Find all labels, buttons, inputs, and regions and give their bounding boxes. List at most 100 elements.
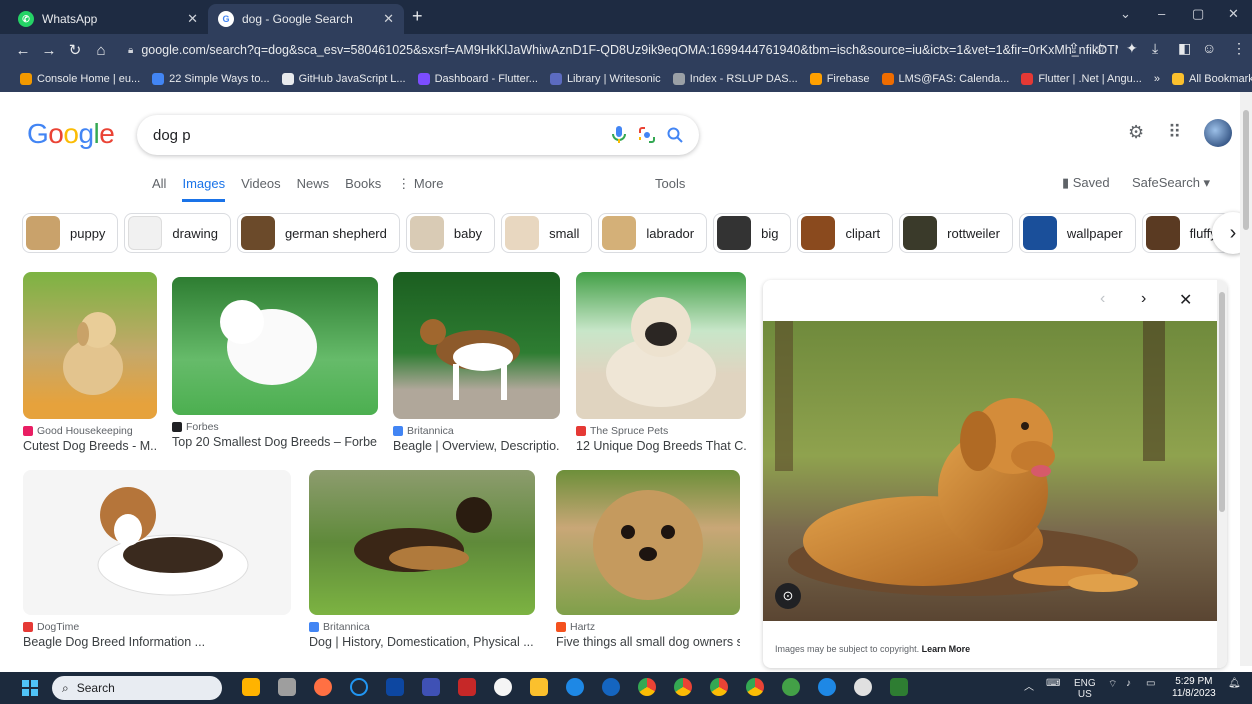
- chip-labrador[interactable]: labrador: [598, 213, 708, 253]
- keyboard-icon[interactable]: ⌨: [1046, 678, 1060, 689]
- tab-images[interactable]: Images: [182, 176, 226, 202]
- tools-button[interactable]: Tools: [655, 176, 685, 191]
- previous-chevron-icon[interactable]: ‹: [1100, 290, 1105, 308]
- tab-books[interactable]: Books: [345, 176, 381, 202]
- file-explorer-icon[interactable]: [530, 678, 548, 696]
- search-icon[interactable]: [661, 121, 689, 149]
- close-icon[interactable]: ✕: [1179, 290, 1192, 310]
- chip-rottweiler[interactable]: rottweiler: [899, 213, 1013, 253]
- taskbar-app-icon[interactable]: [242, 678, 260, 696]
- image-result[interactable]: Forbes Top 20 Smallest Dog Breeds – Forb…: [172, 277, 378, 449]
- image-result[interactable]: The Spruce Pets 12 Unique Dog Breeds Tha…: [576, 272, 746, 453]
- result-image[interactable]: [393, 272, 560, 419]
- bookmark-item[interactable]: Flutter | .Net | Angu...: [1015, 73, 1148, 85]
- language-indicator[interactable]: ENG US: [1074, 678, 1096, 700]
- cortana-icon[interactable]: [350, 678, 368, 696]
- bookmark-item[interactable]: Dashboard - Flutter...: [412, 73, 544, 85]
- preview-scrollbar-thumb[interactable]: [1219, 292, 1225, 512]
- chrome-icon[interactable]: [746, 678, 764, 696]
- bookmark-star-icon[interactable]: ☆: [1094, 40, 1107, 57]
- microphone-icon[interactable]: [605, 121, 633, 149]
- menu-icon[interactable]: ⋮: [1232, 40, 1246, 57]
- notification-bell-icon[interactable]: 🔔︎: [1228, 678, 1241, 689]
- result-title[interactable]: 12 Unique Dog Breeds That C...: [576, 439, 746, 453]
- result-title[interactable]: Beagle Dog Breed Information ...: [23, 635, 291, 649]
- share-icon[interactable]: ⇪: [1068, 40, 1080, 57]
- avatar[interactable]: [1204, 119, 1232, 147]
- tab-news[interactable]: News: [297, 176, 330, 202]
- saved-button[interactable]: ▮ Saved: [1062, 175, 1110, 191]
- tab-google-search[interactable]: G dog - Google Search ✕: [208, 4, 404, 34]
- side-panel-icon[interactable]: ◧: [1178, 40, 1191, 57]
- image-result[interactable]: Britannica Beagle | Overview, Descriptio…: [393, 272, 560, 453]
- taskbar-app-icon[interactable]: [818, 678, 836, 696]
- home-icon[interactable]: ⌂: [88, 42, 114, 59]
- photoshop-icon[interactable]: [386, 678, 404, 696]
- taskbar-app-icon[interactable]: [278, 678, 296, 696]
- bookmark-item[interactable]: Console Home | eu...: [14, 73, 146, 85]
- apps-grid-icon[interactable]: ⠿: [1168, 122, 1181, 143]
- result-image[interactable]: [576, 272, 746, 419]
- chrome-icon[interactable]: [674, 678, 692, 696]
- chrome-icon[interactable]: [710, 678, 728, 696]
- tab-search-icon[interactable]: ⌄: [1120, 6, 1131, 22]
- bookmark-item[interactable]: Library | Writesonic: [544, 73, 667, 85]
- search-input[interactable]: dog p: [153, 127, 605, 144]
- tab-videos[interactable]: Videos: [241, 176, 281, 202]
- chip-drawing[interactable]: drawing: [124, 213, 231, 253]
- chip-big[interactable]: big: [713, 213, 792, 253]
- close-tab-icon[interactable]: ✕: [187, 11, 198, 27]
- image-result[interactable]: DogTime Beagle Dog Breed Information ...: [23, 470, 291, 649]
- image-result[interactable]: Britannica Dog | History, Domestication,…: [309, 470, 535, 649]
- result-image[interactable]: [23, 272, 157, 419]
- image-result[interactable]: Good Housekeeping Cutest Dog Breeds - M.…: [23, 272, 157, 453]
- wifi-icon[interactable]: ⌔: [1108, 678, 1117, 691]
- back-icon[interactable]: ←: [10, 42, 36, 59]
- settings-gear-icon[interactable]: ⚙: [1128, 122, 1144, 143]
- download-icon[interactable]: ⤓: [1152, 40, 1158, 57]
- bookmark-item[interactable]: Firebase: [804, 73, 876, 85]
- address-bar[interactable]: 🔒︎ google.com/search?q=dog&sca_esv=58046…: [118, 38, 1118, 62]
- xbox-icon[interactable]: [782, 678, 800, 696]
- taskbar-app-icon[interactable]: [314, 678, 332, 696]
- new-tab-button[interactable]: +: [412, 6, 423, 27]
- result-title[interactable]: Dog | History, Domestication, Physical .…: [309, 635, 535, 649]
- bookmark-item[interactable]: LMS@FAS: Calenda...: [876, 73, 1016, 85]
- result-title[interactable]: Cutest Dog Breeds - M...: [23, 439, 157, 453]
- search-box[interactable]: dog p: [137, 115, 699, 155]
- close-window-button[interactable]: ✕: [1228, 6, 1239, 22]
- safesearch-dropdown[interactable]: SafeSearch ▾: [1132, 175, 1210, 191]
- preview-image[interactable]: ⊙: [763, 321, 1217, 621]
- tab-whatsapp[interactable]: ✆ WhatsApp ✕: [8, 4, 208, 34]
- chip-baby[interactable]: baby: [405, 213, 496, 253]
- close-tab-icon[interactable]: ✕: [383, 11, 394, 27]
- result-title[interactable]: Five things all small dog owners s...: [556, 635, 740, 649]
- media-player-icon[interactable]: [854, 678, 872, 696]
- result-title[interactable]: Top 20 Smallest Dog Breeds – Forbe...: [172, 435, 378, 449]
- more-bookmarks-button[interactable]: »: [1148, 73, 1166, 85]
- excel-icon[interactable]: [890, 678, 908, 696]
- image-result[interactable]: Hartz Five things all small dog owners s…: [556, 470, 740, 649]
- chip-small[interactable]: small: [501, 213, 593, 253]
- extensions-icon[interactable]: ✦: [1126, 40, 1138, 57]
- forward-icon[interactable]: →: [36, 42, 62, 59]
- chip-clipart[interactable]: clipart: [797, 213, 894, 253]
- github-icon[interactable]: [494, 678, 512, 696]
- calendar-icon[interactable]: [422, 678, 440, 696]
- battery-icon[interactable]: ▭: [1146, 678, 1155, 689]
- result-image[interactable]: [23, 470, 291, 615]
- page-scrollbar-thumb[interactable]: [1243, 110, 1249, 230]
- all-bookmarks-folder[interactable]: All Bookmarks: [1166, 73, 1252, 85]
- result-image[interactable]: [556, 470, 740, 615]
- next-chevron-icon[interactable]: ›: [1141, 290, 1146, 308]
- taskbar-app-icon[interactable]: [458, 678, 476, 696]
- reload-icon[interactable]: ↻: [62, 41, 88, 59]
- windows-start-icon[interactable]: [22, 680, 38, 696]
- edge-icon[interactable]: [602, 678, 620, 696]
- volume-icon[interactable]: ♪: [1126, 678, 1131, 689]
- profile-icon[interactable]: ☺: [1202, 40, 1216, 56]
- result-image[interactable]: [172, 277, 378, 415]
- lens-icon[interactable]: [633, 121, 661, 149]
- chip-wallpaper[interactable]: wallpaper: [1018, 213, 1136, 253]
- learn-more-link[interactable]: Learn More: [922, 644, 971, 654]
